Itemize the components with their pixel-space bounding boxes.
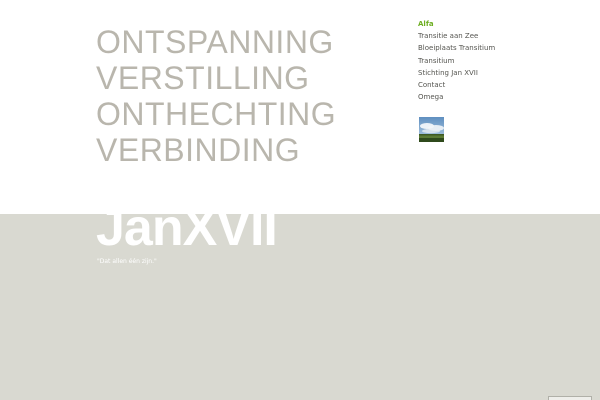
nav-item-stichting-jan-xvii[interactable]: Stichting Jan XVII xyxy=(418,67,495,79)
intro-word-ontspanning: ONTSPANNING xyxy=(96,24,334,60)
brand-tagline: "Dat allen één zijn." xyxy=(97,258,157,265)
intro-word-verbinding: VERBINDING xyxy=(96,132,301,168)
nav-item-transitie-aan-zee[interactable]: Transitie aan Zee xyxy=(418,30,495,42)
nav-item-omega[interactable]: Omega xyxy=(418,91,495,103)
nav-item-alfa[interactable]: Alfa xyxy=(418,18,495,30)
corner-tab xyxy=(548,396,592,400)
nav-item-contact[interactable]: Contact xyxy=(418,79,495,91)
brand-band xyxy=(0,214,600,400)
nav-item-transitium[interactable]: Transitium xyxy=(418,55,495,67)
main-navigation: Alfa Transitie aan Zee Bloeiplaats Trans… xyxy=(418,18,495,103)
intro-word-list: ONTSPANNING VERSTILLING ONTHECHTING VERB… xyxy=(96,24,336,168)
header-area: ONTSPANNING VERSTILLING ONTHECHTING VERB… xyxy=(0,0,600,214)
intro-word-verstilling: VERSTILLING xyxy=(96,60,310,96)
landscape-thumbnail-image xyxy=(419,117,444,142)
intro-word-onthechting: ONTHECHTING xyxy=(96,96,337,132)
brand-title: JanXVII xyxy=(96,199,278,257)
landscape-thumbnail-icon[interactable] xyxy=(419,117,444,142)
nav-item-bloeiplaats-transitium[interactable]: Bloeiplaats Transitium xyxy=(418,42,495,54)
